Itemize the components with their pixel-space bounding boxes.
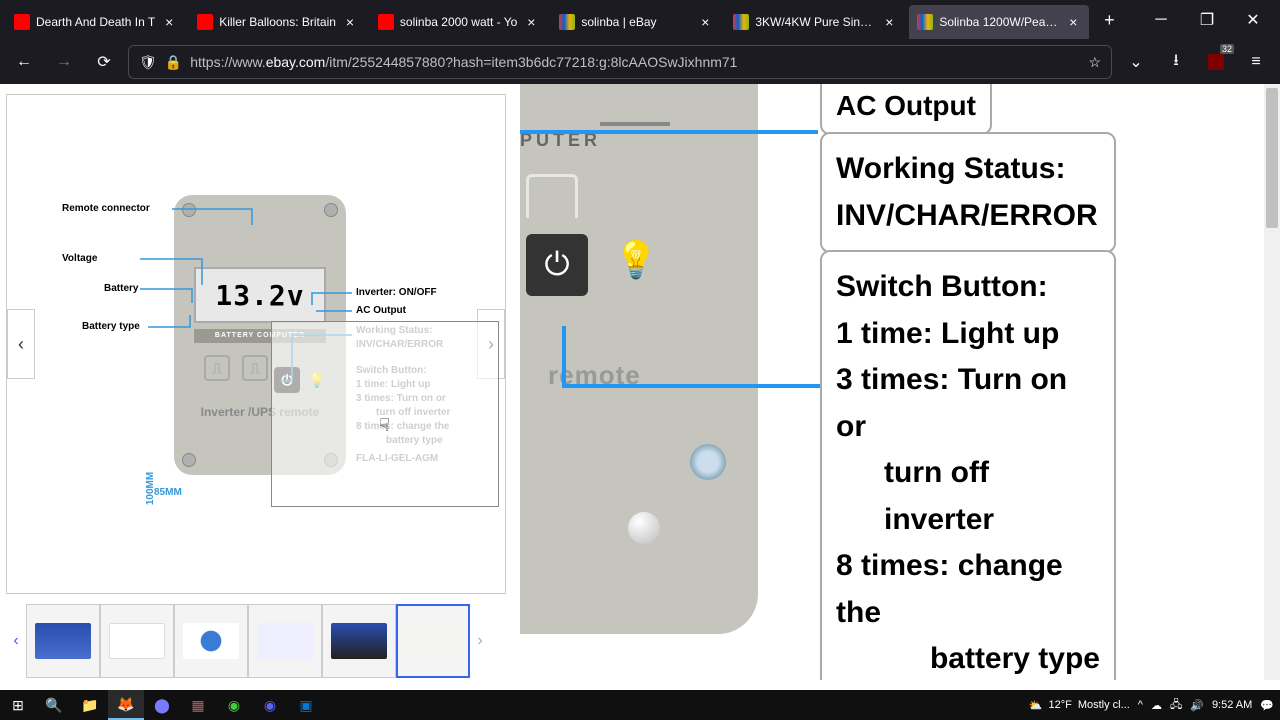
window-controls: ─ ❐ ✕ (1138, 0, 1276, 40)
close-icon[interactable]: × (342, 14, 358, 30)
close-window-button[interactable]: ✕ (1230, 0, 1276, 40)
page-scrollbar[interactable] (1264, 84, 1280, 680)
rivet-icon (628, 512, 660, 544)
screw-icon (690, 444, 726, 480)
label-battery: Battery (104, 283, 138, 294)
wave-icon: ⎍ (204, 355, 230, 381)
thumb-next-button[interactable]: › (470, 606, 490, 676)
label-voltage: Voltage (62, 253, 97, 264)
menu-icon[interactable]: ≡ (1240, 46, 1272, 78)
app-icon[interactable]: ▦ (180, 690, 216, 720)
label-remote-connector: Remote connector (62, 203, 150, 214)
network-icon[interactable]: 🖧 (1170, 696, 1182, 715)
chevron-up-icon[interactable]: ^ (1138, 699, 1143, 711)
thumbnail-0[interactable] (26, 604, 100, 678)
maximize-button[interactable]: ❐ (1184, 0, 1230, 40)
app-icon[interactable]: ◉ (216, 690, 252, 720)
close-icon[interactable]: × (161, 14, 177, 30)
url-field[interactable]: 🛡 🔒 https://www.ebay.com/itm/25524485788… (128, 45, 1112, 79)
thumb-prev-button[interactable]: ‹ (6, 606, 26, 676)
weather-icon: ⛅ (1029, 699, 1043, 712)
system-clock[interactable]: 9:52 AM (1212, 699, 1252, 711)
tab-3[interactable]: solinba | eBay× (551, 5, 721, 39)
app-icon[interactable]: ▣ (288, 690, 324, 720)
info-working-status: Working Status: INV/CHAR/ERROR (820, 132, 1116, 253)
scroll-thumb[interactable] (1266, 88, 1278, 228)
thumbnail-strip: ‹ › (6, 604, 506, 678)
bulb-icon: 💡 (304, 367, 330, 393)
label-inverter-onoff: Inverter: ON/OFF (356, 287, 437, 298)
tab-5[interactable]: Solinba 1200W/Peak 2× (909, 5, 1089, 39)
weather-widget[interactable]: ⛅ 12°F Mostly cl... (1029, 699, 1130, 712)
info-ac-output: AC Output (820, 84, 992, 135)
onedrive-icon[interactable]: ☁ (1151, 699, 1162, 712)
ublock-icon[interactable]: 32 (1200, 46, 1232, 78)
minimize-button[interactable]: ─ (1138, 0, 1184, 40)
pocket-icon[interactable]: ⌄ (1120, 46, 1152, 78)
tab-0[interactable]: Dearth And Death In T× (6, 5, 185, 39)
close-icon[interactable]: × (881, 14, 897, 30)
page-content: ‹ › 13.2v BATTERY COMPUTER ⎍ ⎍ ⏻ 💡 Inver… (0, 84, 1280, 680)
thumbnail-2[interactable] (174, 604, 248, 678)
bookmark-icon[interactable]: ☆ (1088, 54, 1101, 71)
lock-icon: 🔒 (165, 54, 182, 71)
reload-button[interactable]: ⟳ (88, 46, 120, 78)
thumbnail-3[interactable] (248, 604, 322, 678)
start-button[interactable]: ⊞ (0, 690, 36, 720)
close-icon[interactable]: × (1065, 14, 1081, 30)
tab-4[interactable]: 3KW/4KW Pure Sine W× (725, 5, 905, 39)
wave-icon: ⎍ (242, 355, 268, 381)
notifications-icon[interactable]: 💬 (1260, 699, 1274, 712)
info-switch-button: Switch Button: 1 time: Light up 3 times:… (820, 250, 1116, 680)
back-button[interactable]: ← (8, 46, 40, 78)
firefox-icon[interactable]: 🦊 (108, 690, 144, 720)
gallery-prev-button[interactable]: ‹ (7, 309, 35, 379)
label-ac-output: AC Output (356, 305, 406, 316)
search-icon[interactable]: 🔍 (36, 690, 72, 720)
tab-bar: Dearth And Death In T× Killer Balloons: … (0, 0, 1280, 40)
lcd-display: 13.2v (194, 267, 326, 323)
tab-2[interactable]: solinba 2000 watt - Yo× (370, 5, 547, 39)
browser-chrome: Dearth And Death In T× Killer Balloons: … (0, 0, 1280, 84)
shield-icon: 🛡 (139, 54, 157, 71)
forward-button[interactable]: → (48, 46, 80, 78)
wave-icon (526, 174, 578, 218)
zoom-preview-panel: AC PUTER ⏻ 💡 remote AC Output Working St… (520, 94, 1128, 624)
thumbnail-1[interactable] (100, 604, 174, 678)
close-icon[interactable]: × (523, 14, 539, 30)
product-diagram-image: 13.2v BATTERY COMPUTER ⎍ ⎍ ⏻ 💡 Inverter … (62, 195, 462, 495)
thumbnail-5[interactable] (396, 604, 470, 678)
gallery-next-button[interactable]: › (477, 309, 505, 379)
toolbar-right: ⌄ ⭳ 32 ≡ (1120, 46, 1272, 78)
bulb-icon: 💡 (610, 234, 662, 286)
power-icon: ⏻ (526, 234, 588, 296)
discord-icon[interactable]: ◉ (252, 690, 288, 720)
new-tab-button[interactable]: + (1095, 6, 1123, 34)
power-icon: ⏻ (274, 367, 300, 393)
thumbnail-4[interactable] (322, 604, 396, 678)
app-icon[interactable]: ⬤ (144, 690, 180, 720)
tab-1[interactable]: Killer Balloons: Britain× (189, 5, 366, 39)
file-explorer-icon[interactable]: 📁 (72, 690, 108, 720)
address-bar: ← → ⟳ 🛡 🔒 https://www.ebay.com/itm/25524… (0, 40, 1280, 84)
windows-taskbar: ⊞ 🔍 📁 🦊 ⬤ ▦ ◉ ◉ ▣ ⛅ 12°F Mostly cl... ^ … (0, 690, 1280, 720)
label-battery-type: Battery type (82, 321, 140, 332)
close-icon[interactable]: × (697, 14, 713, 30)
product-gallery-main[interactable]: ‹ › 13.2v BATTERY COMPUTER ⎍ ⎍ ⏻ 💡 Inver… (6, 94, 506, 594)
downloads-icon[interactable]: ⭳ (1160, 46, 1192, 78)
volume-icon[interactable]: 🔊 (1190, 699, 1204, 712)
